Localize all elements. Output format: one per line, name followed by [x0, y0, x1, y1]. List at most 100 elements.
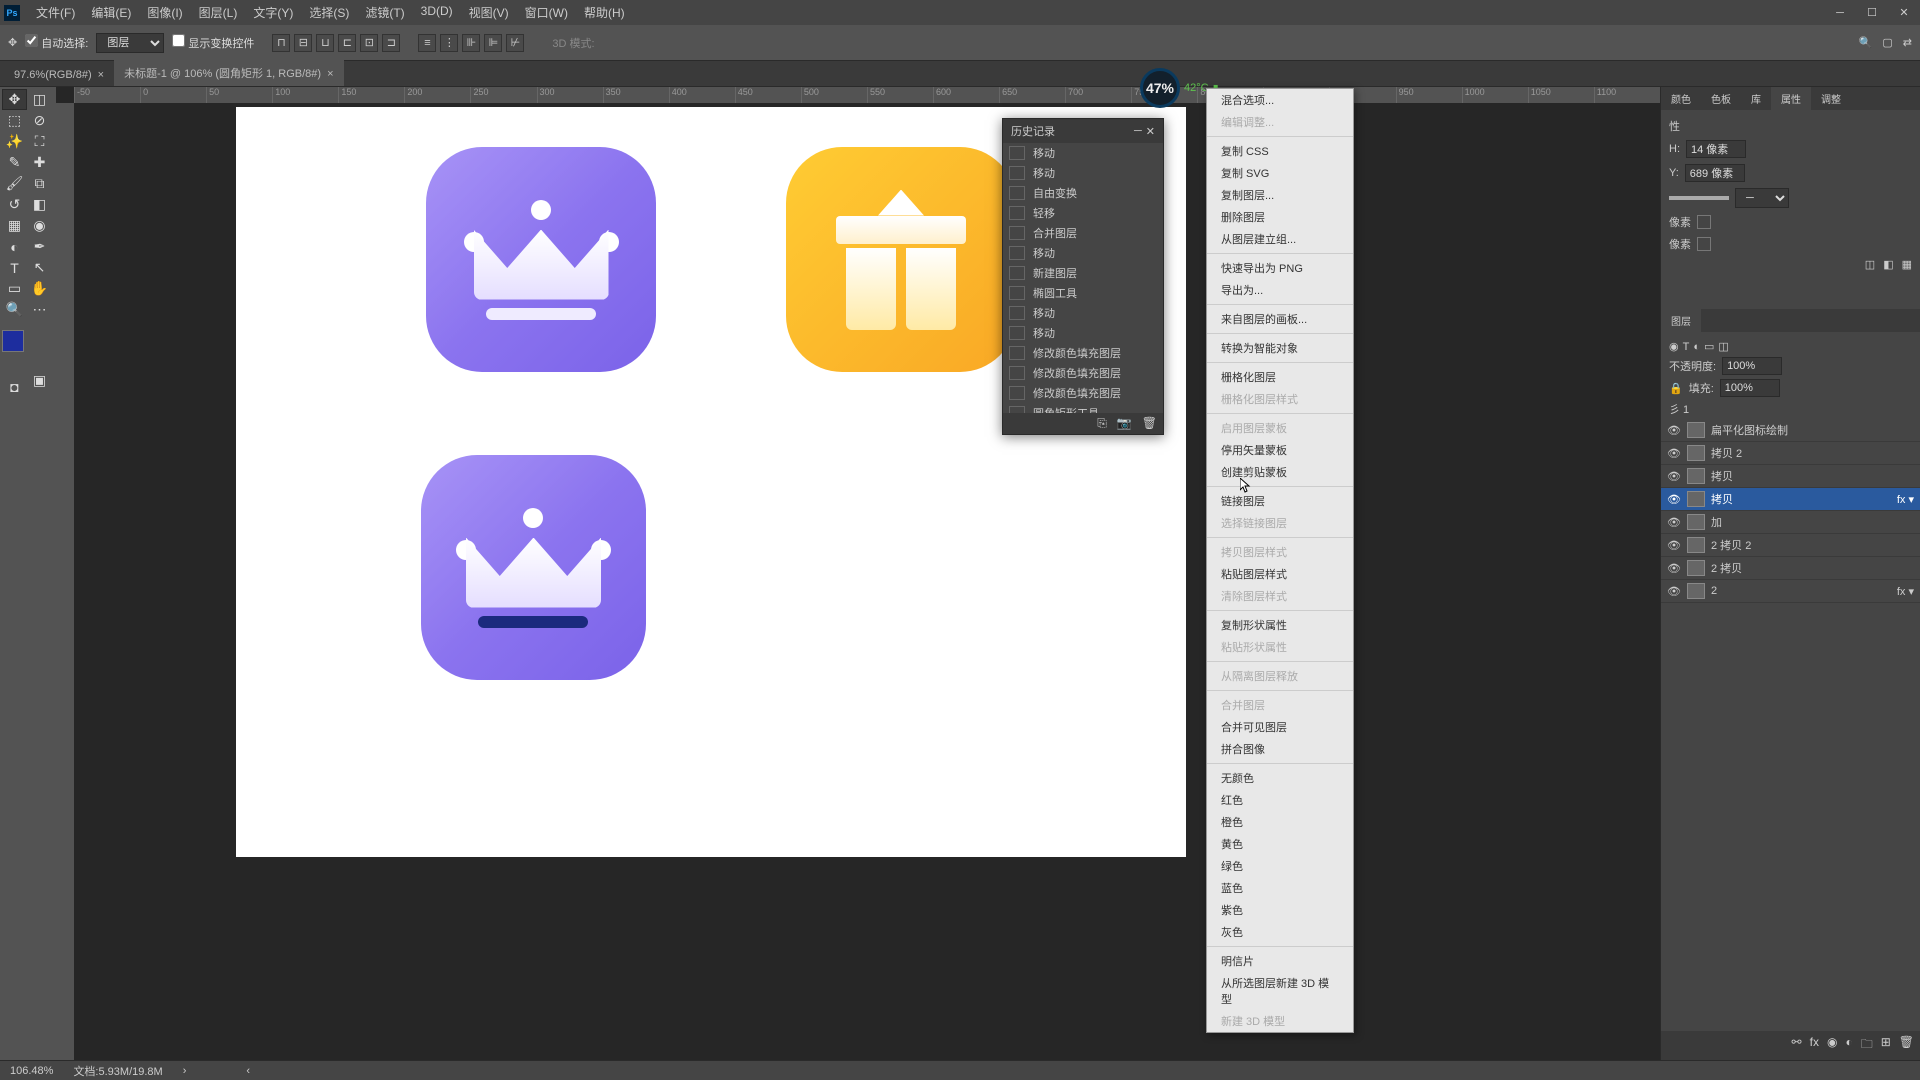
layer-row[interactable]: 👁拷贝	[1661, 465, 1920, 488]
visibility-icon[interactable]: 👁	[1667, 585, 1681, 598]
context-menu-item[interactable]: 从所选图层新建 3D 模型	[1207, 972, 1353, 1010]
filter-text-icon[interactable]: T	[1683, 341, 1690, 353]
close-icon[interactable]: ×	[98, 69, 104, 81]
edit-toolbar[interactable]: ⋯	[27, 299, 52, 320]
context-menu-item[interactable]: 紫色	[1207, 899, 1353, 921]
share-icon[interactable]: ⇄	[1903, 36, 1912, 49]
new-group-icon[interactable]: 🗀	[1861, 1035, 1873, 1056]
minimize-button[interactable]: ─	[1828, 4, 1852, 22]
menu-item[interactable]: 图像(I)	[139, 0, 190, 25]
align-left-icon[interactable]: ⊏	[338, 34, 356, 52]
mask-icon[interactable]: ▦	[1902, 258, 1912, 271]
history-item[interactable]: 移动	[1003, 243, 1163, 263]
distribute-icon[interactable]: ⊬	[506, 34, 524, 52]
menu-item[interactable]: 窗口(W)	[517, 0, 576, 25]
align-right-icon[interactable]: ⊐	[382, 34, 400, 52]
create-doc-icon[interactable]: ⎘	[1097, 416, 1107, 431]
snapshot-icon[interactable]: 📷	[1117, 416, 1132, 431]
menu-item[interactable]: 图层(L)	[191, 0, 246, 25]
context-menu-item[interactable]: 蓝色	[1207, 877, 1353, 899]
layer-row[interactable]: 👁2 拷贝 2	[1661, 534, 1920, 557]
link-layers-icon[interactable]: ⚯	[1792, 1035, 1802, 1056]
stamp-tool[interactable]: ⧉	[27, 173, 52, 194]
auto-select-dropdown[interactable]: 图层	[96, 33, 164, 53]
distribute-icon[interactable]: ⊪	[462, 34, 480, 52]
context-menu-item[interactable]: 拼合图像	[1207, 738, 1353, 760]
context-menu-item[interactable]: 合并可见图层	[1207, 716, 1353, 738]
visibility-icon[interactable]: 👁	[1667, 516, 1681, 529]
shape-tool[interactable]: ▭	[2, 278, 27, 299]
menu-item[interactable]: 选择(S)	[301, 0, 357, 25]
align-top-icon[interactable]: ⊓	[272, 34, 290, 52]
search-icon[interactable]: 🔍	[1859, 36, 1873, 49]
context-menu-item[interactable]: 灰色	[1207, 921, 1353, 943]
context-menu-item[interactable]: 停用矢量蒙板	[1207, 439, 1353, 461]
history-item[interactable]: 修改颜色填充图层	[1003, 383, 1163, 403]
context-menu-item[interactable]: 混合选项...	[1207, 89, 1353, 111]
dodge-tool[interactable]: ◐	[2, 236, 27, 257]
menu-item[interactable]: 帮助(H)	[576, 0, 633, 25]
filter-shape-icon[interactable]: ▭	[1704, 340, 1714, 353]
chevron-right-icon[interactable]: ›	[183, 1065, 187, 1077]
visibility-icon[interactable]: 👁	[1667, 539, 1681, 552]
history-item[interactable]: 移动	[1003, 323, 1163, 343]
panel-tab[interactable]: 库	[1741, 87, 1771, 110]
history-item[interactable]: 合并图层	[1003, 223, 1163, 243]
pen-tool[interactable]: ✒	[27, 236, 52, 257]
panel-tab[interactable]: 色板	[1701, 87, 1741, 110]
visibility-icon[interactable]: 👁	[1667, 493, 1681, 506]
layer-row[interactable]: 👁2fx ▾	[1661, 580, 1920, 603]
visibility-icon[interactable]: 👁	[1667, 562, 1681, 575]
delete-icon[interactable]: 🗑	[1142, 416, 1157, 431]
context-menu-item[interactable]: 复制 CSS	[1207, 140, 1353, 162]
menu-item[interactable]: 视图(V)	[461, 0, 517, 25]
eyedropper-tool[interactable]: ✎	[2, 152, 27, 173]
document-tab[interactable]: 97.6%(RGB/8#)×	[4, 64, 114, 86]
blur-tool[interactable]: ◉	[27, 215, 52, 236]
context-menu-item[interactable]: 链接图层	[1207, 490, 1353, 512]
context-menu-item[interactable]: 来自图层的画板...	[1207, 308, 1353, 330]
type-tool[interactable]: T	[2, 257, 27, 278]
minimize-icon[interactable]: ─	[1134, 125, 1142, 138]
menu-item[interactable]: 文字(Y)	[245, 0, 301, 25]
maximize-button[interactable]: ☐	[1860, 4, 1884, 22]
layer-row[interactable]: 👁加	[1661, 511, 1920, 534]
align-vcenter-icon[interactable]: ⊟	[294, 34, 312, 52]
show-transform-checkbox[interactable]	[172, 34, 185, 47]
stroke-select[interactable]: ─	[1735, 188, 1789, 208]
layer-row[interactable]: 👁拷贝 2	[1661, 442, 1920, 465]
artboard-tool[interactable]: ◫	[27, 89, 52, 110]
history-item[interactable]: 修改颜色填充图层	[1003, 363, 1163, 383]
menu-item[interactable]: 文件(F)	[28, 0, 83, 25]
history-item[interactable]: 修改颜色填充图层	[1003, 343, 1163, 363]
menu-item[interactable]: 编辑(E)	[83, 0, 139, 25]
align-hcenter-icon[interactable]: ⊡	[360, 34, 378, 52]
gift-icon-orange[interactable]	[786, 147, 1016, 372]
magic-wand-tool[interactable]: ✨	[2, 131, 27, 152]
filter-adj-icon[interactable]: ◐	[1693, 341, 1700, 353]
context-menu-item[interactable]: 红色	[1207, 789, 1353, 811]
healing-tool[interactable]: ✚	[27, 152, 52, 173]
layer-row[interactable]: 👁拷贝fx ▾	[1661, 488, 1920, 511]
new-layer-icon[interactable]: ⊞	[1881, 1035, 1891, 1056]
context-menu-item[interactable]: 栅格化图层	[1207, 366, 1353, 388]
history-item[interactable]: 圆角矩形工具	[1003, 403, 1163, 413]
move-tool[interactable]: ✥	[2, 89, 27, 110]
layer-fx-icon[interactable]: fx	[1810, 1035, 1819, 1056]
context-menu-item[interactable]: 导出为...	[1207, 279, 1353, 301]
visibility-icon[interactable]: 👁	[1667, 470, 1681, 483]
hand-tool[interactable]: ✋	[27, 278, 52, 299]
delete-layer-icon[interactable]: 🗑	[1899, 1035, 1914, 1056]
auto-select-checkbox[interactable]	[25, 34, 38, 47]
context-menu-item[interactable]: 绿色	[1207, 855, 1353, 877]
history-item[interactable]: 自由变换	[1003, 183, 1163, 203]
filter-smart-icon[interactable]: ◫	[1718, 340, 1728, 353]
zoom-level[interactable]: 106.48%	[10, 1065, 53, 1077]
context-menu-item[interactable]: 橙色	[1207, 811, 1353, 833]
context-menu-item[interactable]: 无颜色	[1207, 767, 1353, 789]
history-item[interactable]: 移动	[1003, 143, 1163, 163]
lasso-tool[interactable]: ⊘	[27, 110, 52, 131]
crown-icon-purple-2[interactable]	[421, 455, 646, 680]
align-bottom-icon[interactable]: ⊔	[316, 34, 334, 52]
distribute-icon[interactable]: ⋮	[440, 34, 458, 52]
